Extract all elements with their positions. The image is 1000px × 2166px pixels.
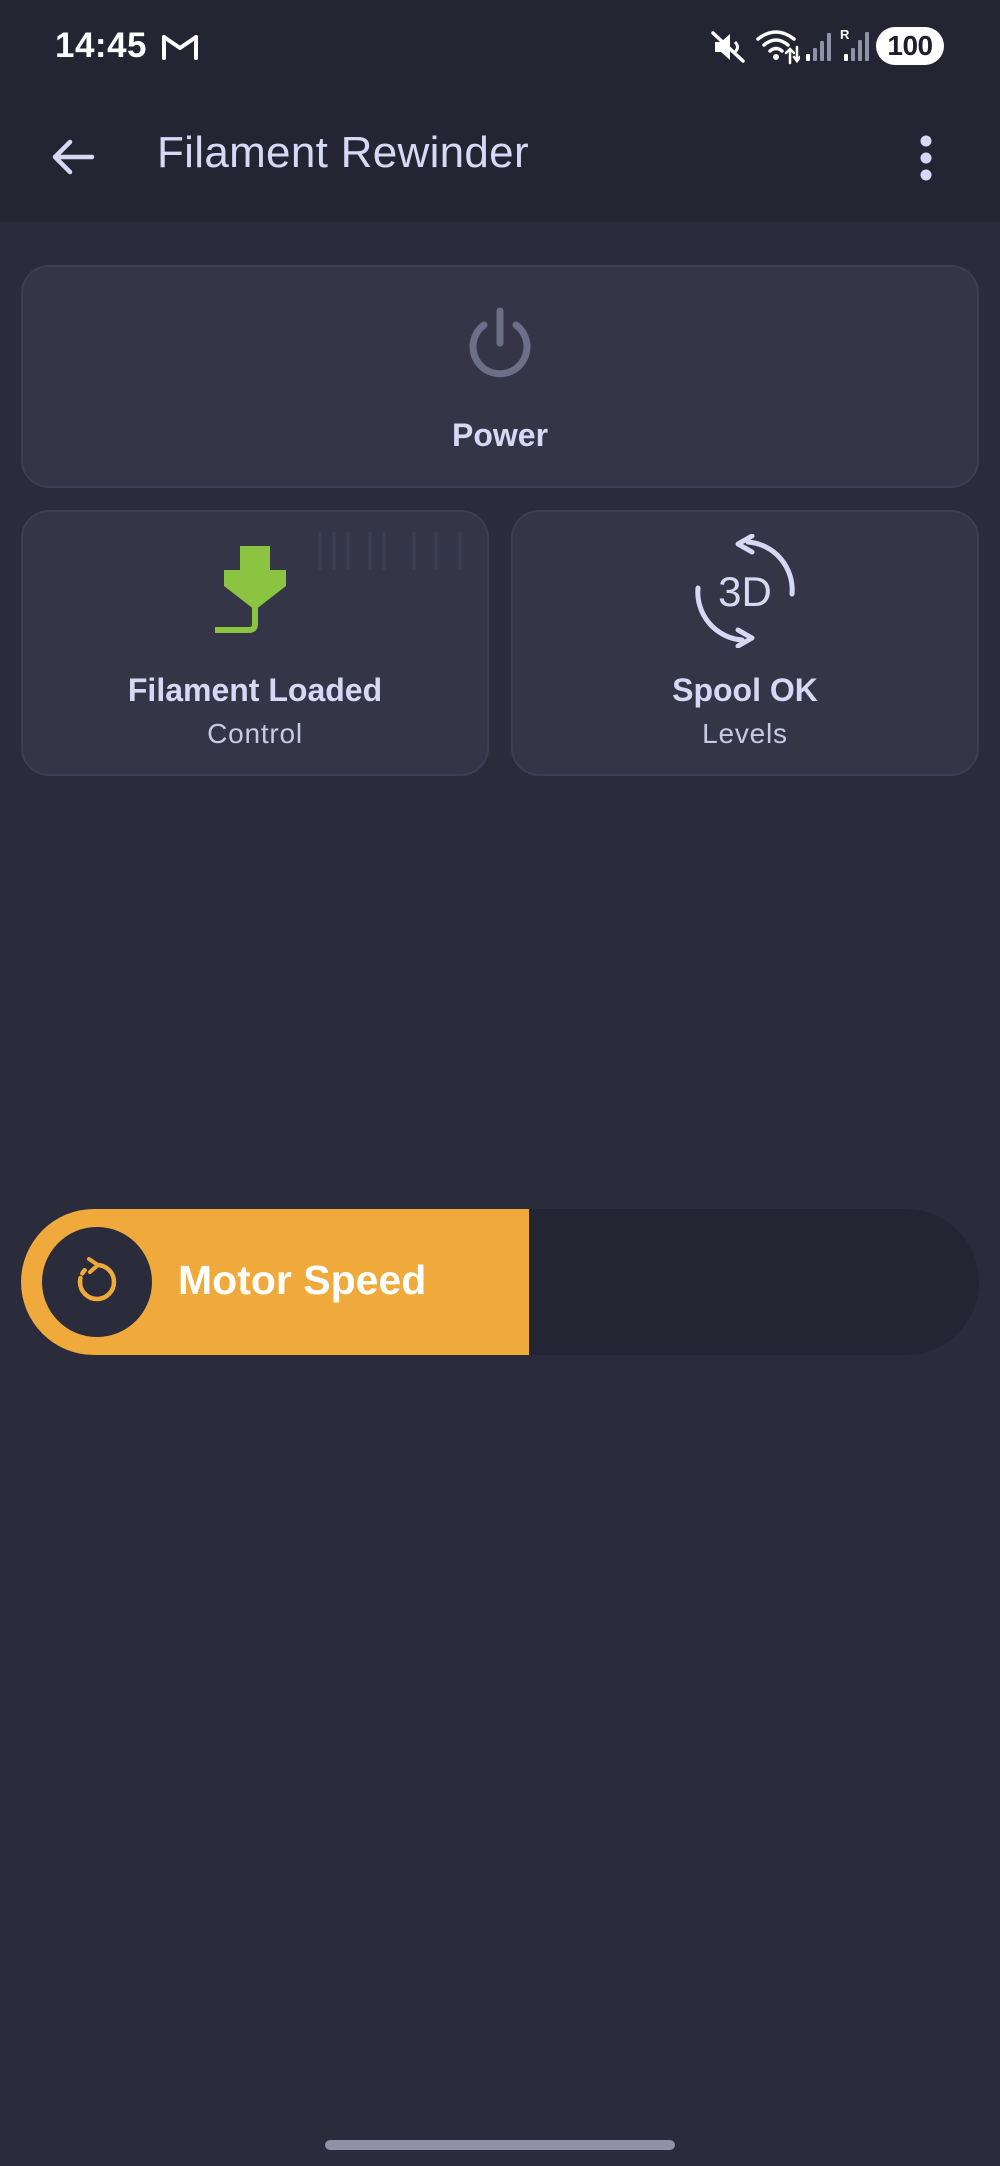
svg-text:3D: 3D [718, 568, 772, 615]
power-tile[interactable]: Power [21, 265, 979, 488]
back-button[interactable] [40, 124, 106, 190]
status-bar: 14:45 R 100 [0, 0, 1000, 92]
rotate-speed-icon [77, 1257, 117, 1302]
decorative-ticks [318, 532, 462, 570]
spool-sublabel: Levels [702, 718, 788, 749]
wifi-icon [756, 30, 800, 65]
page-title: Filament Rewinder [157, 128, 529, 177]
rotate-3d-icon: 3D [695, 534, 795, 648]
app-bar: Filament Rewinder [0, 92, 1000, 222]
svg-text:R: R [840, 27, 850, 42]
home-indicator[interactable] [325, 2140, 675, 2150]
gmail-icon [162, 35, 198, 60]
spool-label: Spool OK [672, 672, 818, 708]
filament-load-icon [215, 546, 286, 633]
power-icon [469, 307, 531, 378]
signal-icon [806, 33, 831, 61]
signal-roaming-icon: R [840, 27, 869, 61]
power-label: Power [451, 417, 549, 453]
mute-icon [711, 31, 745, 63]
more-options-button[interactable] [896, 118, 956, 198]
arrow-back-icon [52, 139, 95, 175]
motor-speed-knob[interactable] [42, 1227, 152, 1337]
motor-speed-label: Motor Speed [178, 1257, 427, 1303]
status-time: 14:45 [55, 26, 148, 65]
spool-tile[interactable]: 3D Spool OK Levels [511, 510, 979, 776]
screen: 14:45 R 100 Filament Rewinder Power Fila… [0, 0, 1000, 2166]
filament-sublabel: Control [207, 718, 303, 749]
filament-label: Filament Loaded [127, 672, 383, 708]
motor-speed-slider[interactable]: Motor Speed [21, 1209, 979, 1355]
more-vert-icon [920, 135, 932, 181]
battery-indicator: 100 [876, 27, 944, 65]
